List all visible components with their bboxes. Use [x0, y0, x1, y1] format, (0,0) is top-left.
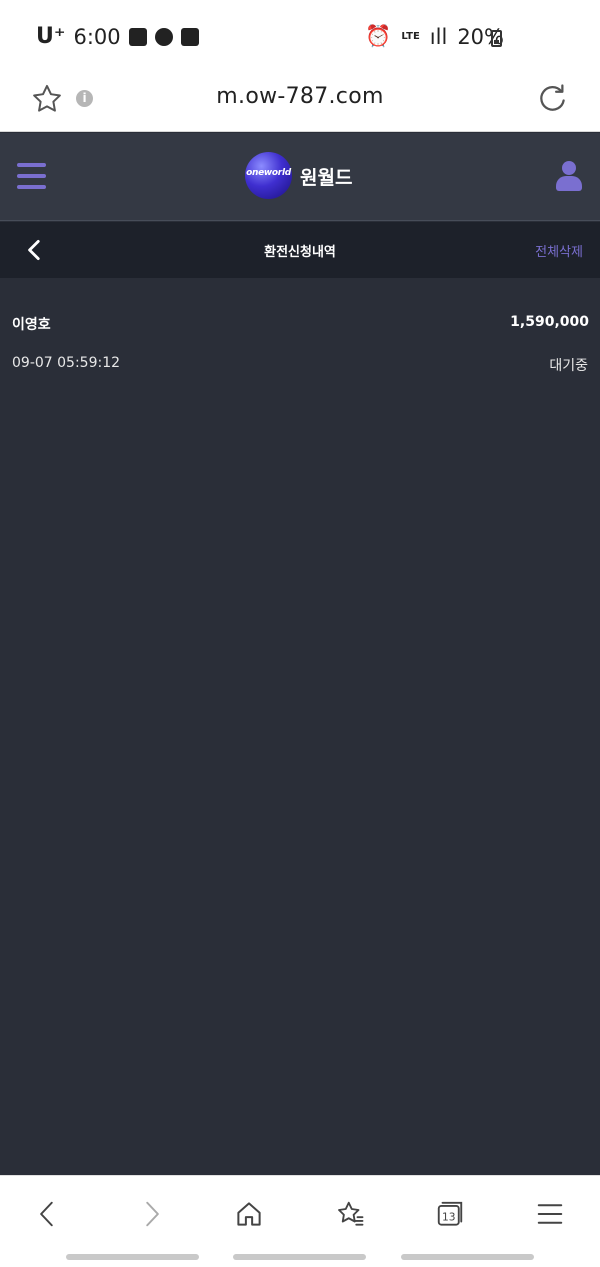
nav-forward-button[interactable] — [131, 1194, 171, 1234]
clock-notification-icon — [180, 27, 199, 46]
chevron-right-icon — [146, 1201, 159, 1227]
carrier-label: U⁺ — [36, 24, 66, 49]
chevron-left-icon — [40, 1201, 53, 1227]
app-notification-icon — [154, 27, 173, 46]
app-header: oneworld 원월드 — [0, 133, 600, 221]
battery-icon — [491, 30, 502, 47]
clock: 6:00 — [73, 24, 121, 49]
logo-text[interactable]: 원월드 — [300, 163, 352, 190]
gallery-notification-icon — [128, 27, 147, 46]
nav-back-button[interactable] — [28, 1194, 68, 1234]
signal-icon: ıll — [429, 24, 448, 49]
gesture-bar-left — [66, 1254, 199, 1260]
browser-bottom-nav: 13 — [0, 1175, 600, 1267]
gesture-bar-center — [233, 1254, 366, 1260]
nav-home-button[interactable] — [229, 1194, 269, 1234]
nav-bookmarks-button[interactable] — [330, 1194, 370, 1234]
nav-tabs-button[interactable]: 13 — [430, 1194, 470, 1234]
entry-datetime: 09-07 05:59:12 — [12, 355, 121, 371]
browser-url-bar: i m.ow-787.com — [0, 76, 600, 132]
nav-menu-button[interactable] — [530, 1194, 570, 1234]
content-area: 이영호 1,590,000 09-07 05:59:12 대기중 — [0, 278, 600, 1175]
gesture-bar-right — [401, 1254, 534, 1260]
menu-icon[interactable] — [17, 163, 46, 190]
user-icon[interactable] — [556, 161, 582, 191]
page-title: 환전신청내역 — [264, 245, 336, 260]
tabs-icon: 13 — [437, 1201, 463, 1226]
url-text[interactable]: m.ow-787.com — [0, 84, 600, 109]
delete-all-button[interactable]: 전체삭제 — [535, 241, 583, 260]
network-label: LTE — [401, 30, 420, 42]
status-bar: U⁺ 6:00 ⏰ LTE ıll 20% — [0, 0, 600, 76]
menu-icon — [537, 1204, 563, 1224]
refresh-icon[interactable] — [538, 83, 568, 113]
status-right: ⏰ LTE ıll 20% — [365, 24, 504, 49]
status-left: U⁺ 6:00 — [36, 24, 199, 49]
sub-header: 환전신청내역 전체삭제 — [0, 222, 600, 278]
entry-name: 이영호 — [12, 317, 51, 333]
logo-globe[interactable]: oneworld — [245, 152, 292, 199]
logo-mark: oneworld — [246, 168, 291, 178]
home-icon — [237, 1202, 261, 1226]
bookmark-star-icon — [338, 1201, 364, 1226]
entry-amount: 1,590,000 — [510, 314, 589, 330]
tab-count: 13 — [442, 1210, 456, 1223]
alarm-icon: ⏰ — [365, 24, 392, 48]
list-item[interactable]: 이영호 1,590,000 09-07 05:59:12 대기중 — [0, 278, 600, 398]
status-badge: 대기중 — [549, 358, 588, 374]
